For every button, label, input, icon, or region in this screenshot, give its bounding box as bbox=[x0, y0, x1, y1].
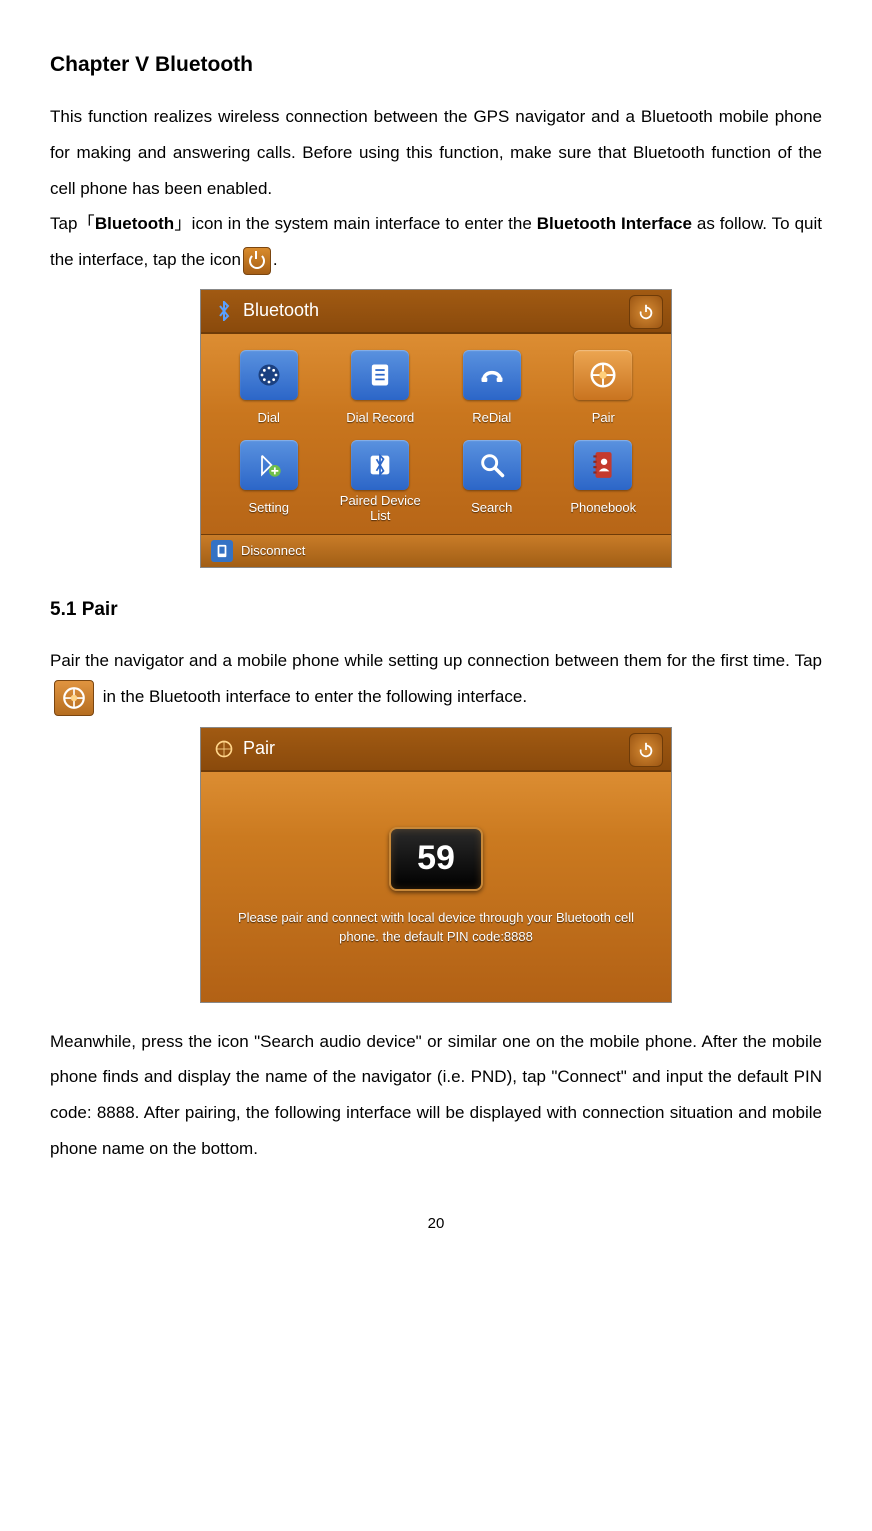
text: . bbox=[273, 250, 278, 269]
countdown-display: 59 bbox=[389, 827, 483, 891]
intro-paragraph: This function realizes wireless connecti… bbox=[50, 99, 822, 206]
grid-item-setting[interactable]: Setting bbox=[215, 440, 323, 524]
paired-list-icon bbox=[351, 440, 409, 490]
page-number: 20 bbox=[50, 1216, 822, 1231]
pair-icon bbox=[574, 350, 632, 400]
power-button[interactable] bbox=[629, 733, 663, 767]
label: Search bbox=[471, 494, 512, 524]
grid-item-paired-list[interactable]: Paired Device List bbox=[327, 440, 435, 524]
disconnect-icon bbox=[211, 540, 233, 562]
bluetooth-footer: Disconnect bbox=[201, 534, 671, 567]
bluetooth-grid: Dial Dial Record ReDial Pair Setting bbox=[201, 334, 671, 534]
pair-message: Please pair and connect with local devic… bbox=[227, 909, 645, 947]
bluetooth-title: Bluetooth bbox=[243, 292, 319, 330]
label: Dial Record bbox=[346, 404, 414, 434]
pair-title: Pair bbox=[243, 730, 275, 768]
power-icon bbox=[243, 247, 271, 275]
grid-item-dial-record[interactable]: Dial Record bbox=[327, 350, 435, 434]
bluetooth-interface-bold: Bluetooth Interface bbox=[537, 214, 692, 233]
pair-header-icon bbox=[213, 738, 235, 760]
label: Phonebook bbox=[570, 494, 636, 524]
label: ReDial bbox=[472, 404, 511, 434]
power-button[interactable] bbox=[629, 295, 663, 329]
text: in the Bluetooth interface to enter the … bbox=[98, 687, 527, 706]
chapter-title: Chapter V Bluetooth bbox=[50, 50, 822, 79]
bluetooth-header: Bluetooth bbox=[201, 290, 671, 334]
text: Pair the navigator and a mobile phone wh… bbox=[50, 651, 822, 670]
text: 」icon in the system main interface to en… bbox=[174, 214, 537, 233]
label: Setting bbox=[249, 494, 289, 524]
bluetooth-bold: Bluetooth bbox=[95, 214, 174, 233]
dial-icon bbox=[240, 350, 298, 400]
bluetooth-screenshot: Bluetooth Dial Dial Record ReDial bbox=[201, 290, 671, 567]
pair-icon bbox=[54, 680, 94, 716]
label: Pair bbox=[592, 404, 615, 434]
tap-instruction: Tap「Bluetooth」icon in the system main in… bbox=[50, 206, 822, 277]
phonebook-icon bbox=[574, 440, 632, 490]
grid-item-pair[interactable]: Pair bbox=[550, 350, 658, 434]
label: Paired Device List bbox=[340, 494, 421, 524]
dial-record-icon bbox=[351, 350, 409, 400]
text: Tap「 bbox=[50, 214, 95, 233]
pair-header: Pair bbox=[201, 728, 671, 772]
setting-icon bbox=[240, 440, 298, 490]
pair-body: 59 Please pair and connect with local de… bbox=[201, 772, 671, 1002]
pair-paragraph-1: Pair the navigator and a mobile phone wh… bbox=[50, 643, 822, 715]
section-pair-title: 5.1 Pair bbox=[50, 597, 822, 624]
grid-item-dial[interactable]: Dial bbox=[215, 350, 323, 434]
redial-icon bbox=[463, 350, 521, 400]
pair-screenshot: Pair 59 Please pair and connect with loc… bbox=[201, 728, 671, 1002]
grid-item-redial[interactable]: ReDial bbox=[438, 350, 546, 434]
search-icon bbox=[463, 440, 521, 490]
grid-item-search[interactable]: Search bbox=[438, 440, 546, 524]
bluetooth-icon bbox=[213, 300, 235, 322]
label: Dial bbox=[258, 404, 280, 434]
pair-paragraph-2: Meanwhile, press the icon "Search audio … bbox=[50, 1024, 822, 1167]
disconnect-label: Disconnect bbox=[241, 537, 305, 564]
grid-item-phonebook[interactable]: Phonebook bbox=[550, 440, 658, 524]
